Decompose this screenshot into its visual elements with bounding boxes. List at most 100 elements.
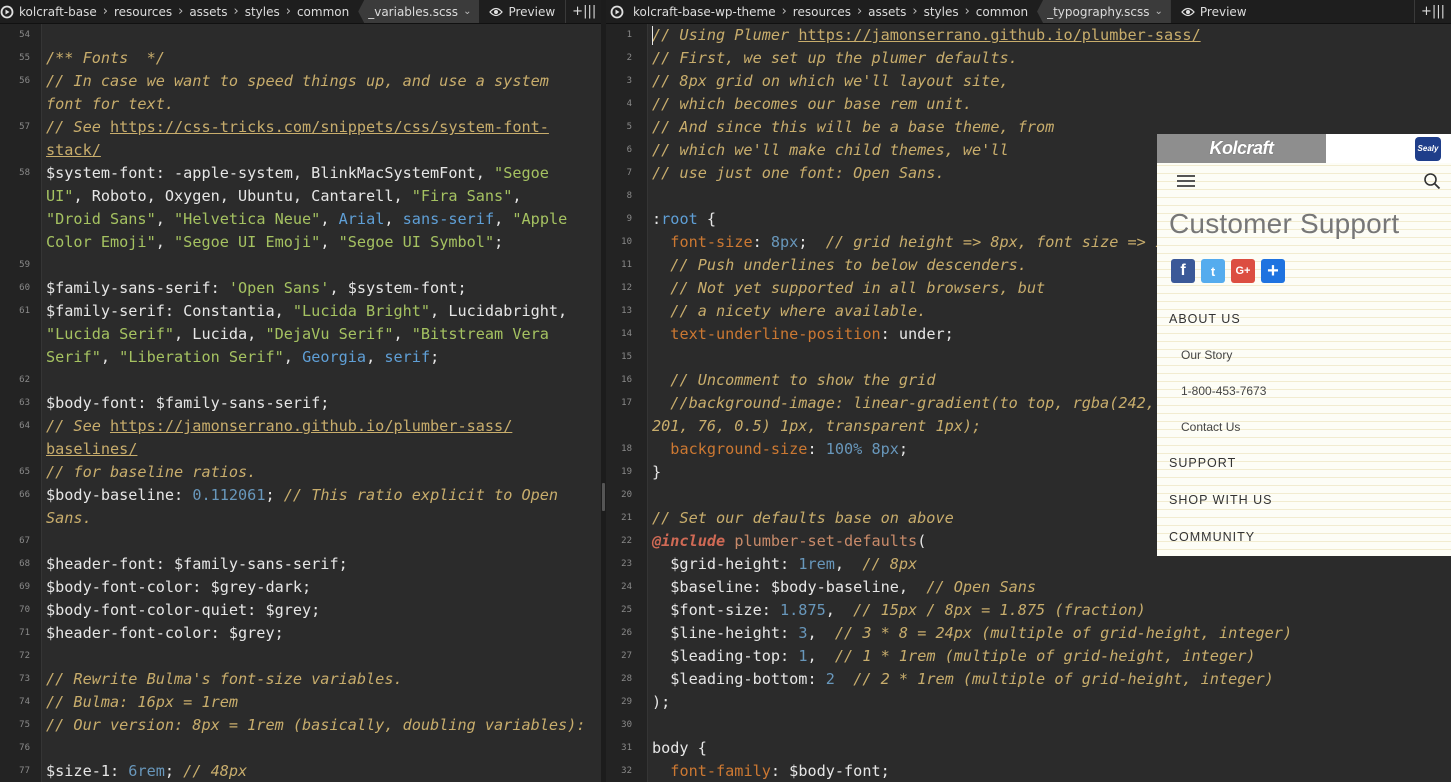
- code-line[interactable]: 62: [0, 369, 601, 392]
- left-split-editor-button[interactable]: +|||: [565, 0, 601, 23]
- right-eye-icon[interactable]: [606, 5, 628, 19]
- right-crumb-styles[interactable]: styles: [919, 5, 964, 19]
- code-line[interactable]: 60 $family-sans-serif: 'Open Sans', $syst…: [0, 277, 601, 300]
- code-line[interactable]: 67: [0, 530, 601, 553]
- code-line[interactable]: 70 $body-font-color-quiet: $grey;: [0, 599, 601, 622]
- code-text: Serif", "Liberation Serif", Georgia, ser…: [46, 346, 439, 369]
- code-line[interactable]: 64 // See https://jamonserrano.github.io/…: [0, 415, 601, 438]
- left-crumb-project[interactable]: kolcraft-base: [14, 5, 102, 19]
- right-preview-button[interactable]: Preview: [1171, 5, 1257, 19]
- left-crumb-assets[interactable]: assets: [184, 5, 232, 19]
- code-line[interactable]: stack/: [0, 139, 601, 162]
- code-line[interactable]: UI", Roboto, Oxygen, Ubuntu, Cantarell, …: [0, 185, 601, 208]
- code-line[interactable]: font for text.: [0, 93, 601, 116]
- left-crumb-resources[interactable]: resources: [109, 5, 177, 19]
- nav-item[interactable]: SHOP WITH US: [1169, 493, 1272, 507]
- left-code-area[interactable]: 54 55 /** Fonts */ 56 // In case we want to …: [0, 24, 601, 782]
- divider-handle[interactable]: [602, 483, 605, 511]
- line-number: 5: [626, 122, 632, 132]
- right-crumb-resources[interactable]: resources: [788, 5, 856, 19]
- nav-item[interactable]: SUPPORT: [1169, 456, 1236, 470]
- code-line[interactable]: 25 $font-size: 1.875, // 15px / 8px = 1.…: [606, 599, 1451, 622]
- code-line[interactable]: 26 $line-height: 3, // 3 * 8 = 24px (mul…: [606, 622, 1451, 645]
- kolcraft-logo[interactable]: Kolcraft: [1157, 134, 1326, 163]
- line-number: 27: [621, 651, 632, 661]
- line-number: 20: [621, 490, 632, 500]
- nav-item[interactable]: ABOUT US: [1169, 312, 1241, 326]
- code-line[interactable]: 28 $leading-bottom: 2 // 2 * 1rem (multi…: [606, 668, 1451, 691]
- code-line[interactable]: 3 // 8px grid on which we'll layout site,: [606, 70, 1451, 93]
- site-preview-panel[interactable]: Kolcraft Sealy Customer Support f t G+ + AB…: [1157, 134, 1451, 556]
- hamburger-menu-icon[interactable]: [1177, 175, 1195, 190]
- right-crumb-common[interactable]: common: [971, 5, 1033, 19]
- search-icon[interactable]: [1423, 172, 1441, 195]
- code-line[interactable]: 63 $body-font: $family-sans-serif;: [0, 392, 601, 415]
- code-line[interactable]: 31 body {: [606, 737, 1451, 760]
- code-line[interactable]: 1 // Using Plumer https://jamonserrano.gi…: [606, 24, 1451, 47]
- left-active-file-tab[interactable]: _variables.scss ⌄: [358, 0, 480, 23]
- code-line[interactable]: 75 // Our version: 8px = 1rem (basically,…: [0, 714, 601, 737]
- nav-item[interactable]: COMMUNITY: [1169, 530, 1255, 544]
- line-number: 19: [621, 467, 632, 477]
- code-token: $font-size:: [652, 601, 781, 619]
- code-line[interactable]: 29);: [606, 691, 1451, 714]
- code-line[interactable]: baselines/: [0, 438, 601, 461]
- code-line[interactable]: Sans.: [0, 507, 601, 530]
- code-line[interactable]: 30: [606, 714, 1451, 737]
- chevron-down-icon[interactable]: ⌄: [1155, 6, 1163, 17]
- code-line[interactable]: 69 $body-font-color: $grey-dark;: [0, 576, 601, 599]
- share-icon[interactable]: +: [1261, 259, 1285, 283]
- nav-subitem[interactable]: Our Story: [1181, 348, 1232, 362]
- left-preview-button[interactable]: Preview: [479, 5, 565, 19]
- code-line[interactable]: 32 font-family: $body-font;: [606, 760, 1451, 782]
- chevron-down-icon[interactable]: ⌄: [463, 6, 471, 17]
- code-text: stack/: [46, 139, 101, 162]
- code-line[interactable]: 65 // for baseline ratios.: [0, 461, 601, 484]
- code-line[interactable]: 27 $leading-top: 1, // 1 * 1rem (multipl…: [606, 645, 1451, 668]
- right-crumb-project[interactable]: kolcraft-base-wp-theme: [628, 5, 781, 19]
- code-token: // for baseline ratios.: [46, 463, 257, 481]
- code-token: : under;: [880, 325, 954, 343]
- code-line[interactable]: 61 $family-serif: Constantia, "Lucida Bri…: [0, 300, 601, 323]
- left-editor-pane[interactable]: kolcraft-base › resources › assets › sty…: [0, 0, 601, 782]
- code-token: // Uncomment to show the grid: [670, 371, 936, 389]
- code-line[interactable]: 72: [0, 645, 601, 668]
- code-line[interactable]: Color Emoji", "Segoe UI Emoji", "Segoe U…: [0, 231, 601, 254]
- code-line[interactable]: 74 // Bulma: 16px = 1rem: [0, 691, 601, 714]
- right-split-editor-button[interactable]: +|||: [1413, 0, 1451, 23]
- code-line[interactable]: 77 $size-1: 6rem; // 48px: [0, 760, 601, 782]
- code-line[interactable]: 57 // See https://css-tricks.com/snippets…: [0, 116, 601, 139]
- right-active-file-name: _typography.scss: [1047, 4, 1150, 19]
- nav-subitem[interactable]: 1-800-453-7673: [1181, 384, 1266, 398]
- code-line[interactable]: 76: [0, 737, 601, 760]
- line-number: 55: [19, 53, 30, 63]
- code-token: $family-sans-serif:: [46, 279, 229, 297]
- code-line[interactable]: "Lucida Serif", Lucida, "DejaVu Serif", …: [0, 323, 601, 346]
- nav-subitem[interactable]: Contact Us: [1181, 420, 1240, 434]
- twitter-icon[interactable]: t: [1201, 259, 1225, 283]
- code-line[interactable]: Serif", "Liberation Serif", Georgia, ser…: [0, 346, 601, 369]
- google-plus-icon[interactable]: G+: [1231, 259, 1255, 283]
- right-crumb-assets[interactable]: assets: [863, 5, 911, 19]
- sealy-logo[interactable]: Sealy: [1415, 136, 1441, 161]
- code-line[interactable]: 24 $baseline: $body-baseline, // Open Sa…: [606, 576, 1451, 599]
- left-crumb-common[interactable]: common: [292, 5, 354, 19]
- code-token: // Not yet supported in all browsers, bu…: [670, 279, 1046, 297]
- facebook-icon[interactable]: f: [1171, 259, 1195, 283]
- code-line[interactable]: 73 // Rewrite Bulma's font-size variables…: [0, 668, 601, 691]
- code-line[interactable]: 55 /** Fonts */: [0, 47, 601, 70]
- code-line[interactable]: 58 $system-font: -apple-system, BlinkMacS…: [0, 162, 601, 185]
- code-line[interactable]: 68 $header-font: $family-sans-serif;: [0, 553, 601, 576]
- code-line[interactable]: 71 $header-font-color: $grey;: [0, 622, 601, 645]
- code-line[interactable]: 54: [0, 24, 601, 47]
- code-line[interactable]: "Droid Sans", "Helvetica Neue", Arial, s…: [0, 208, 601, 231]
- code-line[interactable]: 56 // In case we want to speed things up,…: [0, 70, 601, 93]
- code-line[interactable]: 2 // First, we set up the plumer defaults…: [606, 47, 1451, 70]
- code-line[interactable]: 59: [0, 254, 601, 277]
- left-eye-icon[interactable]: [0, 5, 14, 19]
- code-line[interactable]: 66 $body-baseline: 0.112061; // This rati…: [0, 484, 601, 507]
- code-line[interactable]: 4 // which becomes our base rem unit.: [606, 93, 1451, 116]
- right-active-file-tab[interactable]: _typography.scss ⌄: [1037, 0, 1171, 23]
- left-crumb-styles[interactable]: styles: [240, 5, 285, 19]
- code-line[interactable]: 23 $grid-height: 1rem, // 8px: [606, 553, 1451, 576]
